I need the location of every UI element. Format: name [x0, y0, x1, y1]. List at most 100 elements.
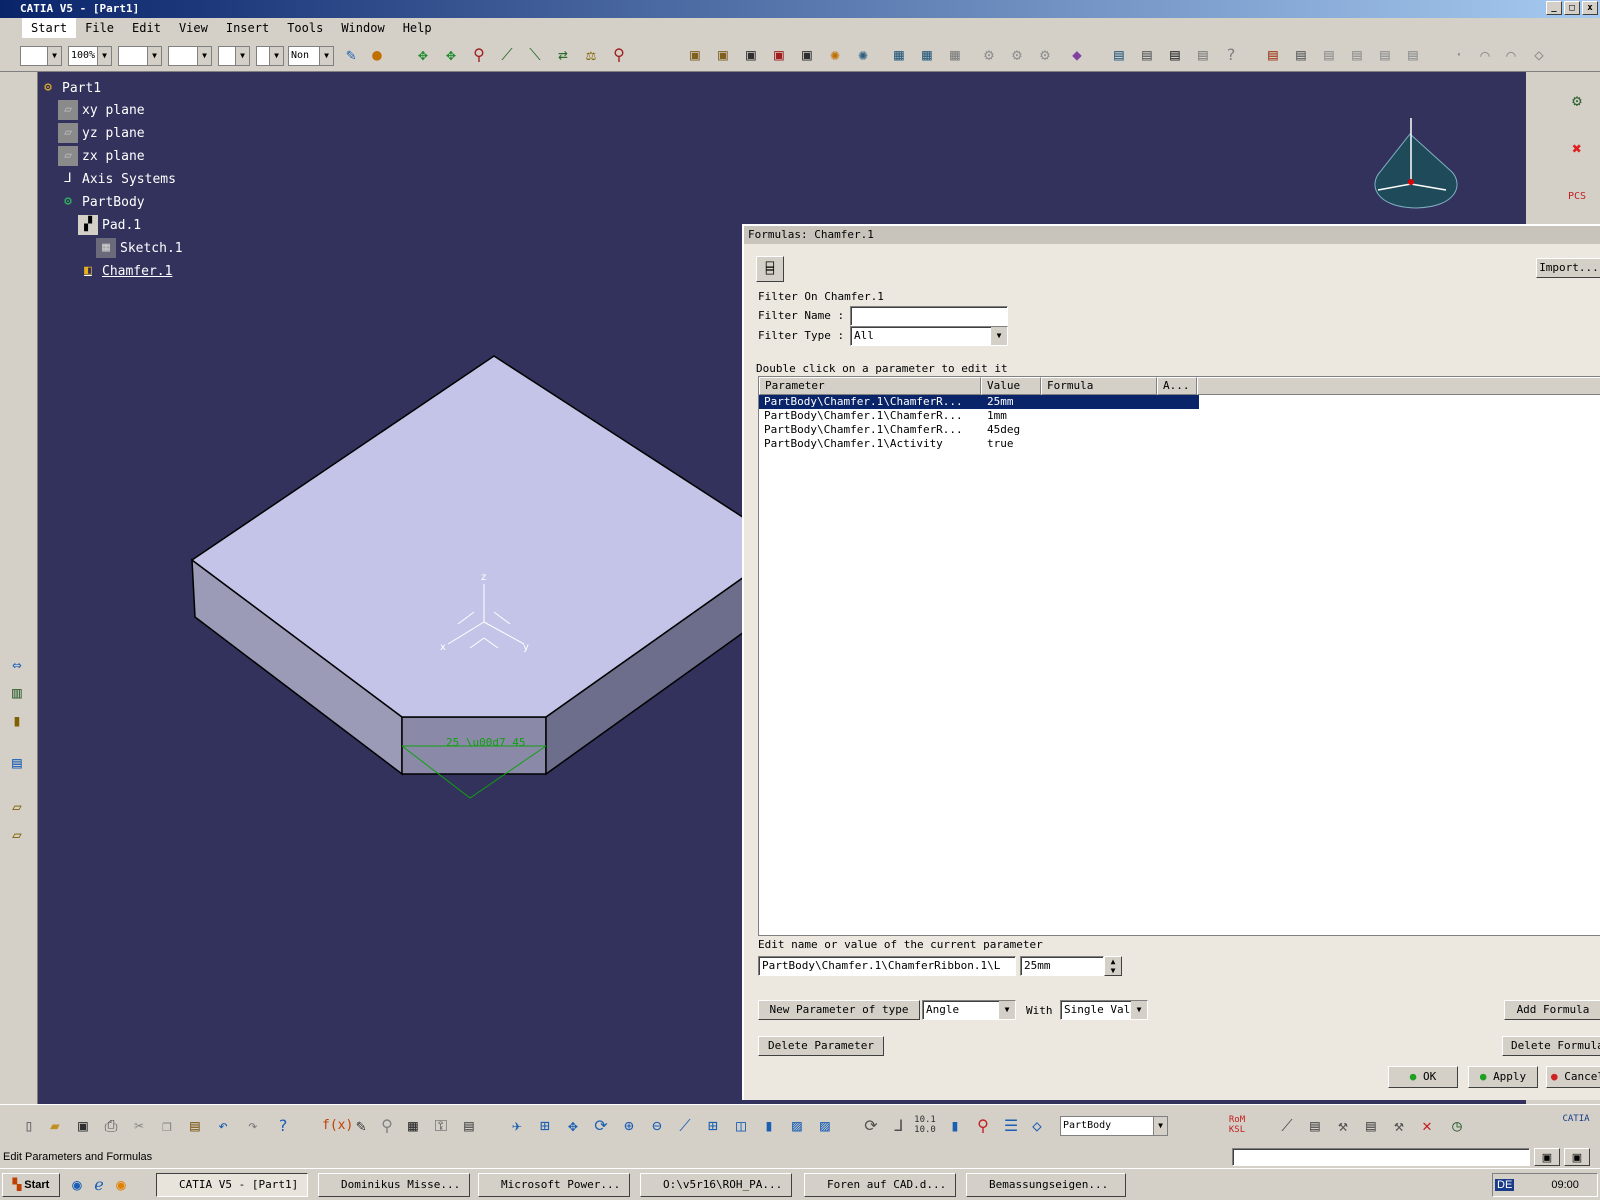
curve-icon[interactable]: ⌒ — [1474, 44, 1496, 66]
chevron-down-icon[interactable]: ▼ — [1131, 1001, 1147, 1019]
open-catalog-icon[interactable]: ▣ — [712, 44, 734, 66]
ok-button[interactable]: ● OK — [1388, 1066, 1458, 1088]
menu-insert[interactable]: Insert — [217, 18, 278, 38]
chevron-down-icon[interactable]: ▼ — [1153, 1117, 1167, 1135]
table-row[interactable]: PartBody\Chamfer.1\ChamferR... 25mm — [759, 395, 1199, 409]
help-icon[interactable]: ? — [1220, 44, 1242, 66]
point-type-combo[interactable]: ▼ — [218, 46, 250, 66]
clock-icon[interactable]: ◷ — [1446, 1115, 1468, 1137]
menu-edit[interactable]: Edit — [123, 18, 170, 38]
tools-icon[interactable]: ▤ — [1136, 44, 1158, 66]
column-activity[interactable]: A... — [1157, 377, 1197, 395]
new-file-icon[interactable]: ▯ — [18, 1115, 40, 1137]
apply-material-icon[interactable]: ▥ — [6, 682, 28, 704]
formula-icon[interactable]: f(x) — [322, 1115, 353, 1137]
check-icon[interactable]: ✺ — [852, 44, 874, 66]
apply-button[interactable]: ● Apply — [1468, 1066, 1538, 1088]
iso-view-icon[interactable]: ◫ — [730, 1115, 752, 1137]
fill-color-combo[interactable]: ▼ — [20, 46, 62, 66]
gear-group-icon[interactable]: ⚙ — [978, 44, 1000, 66]
tree-node-part1[interactable]: ⚙ Part1 — [38, 78, 101, 98]
save-icon[interactable]: ▣ — [72, 1115, 94, 1137]
body-icon[interactable]: ◇ — [1026, 1115, 1048, 1137]
menu-help[interactable]: Help — [394, 18, 441, 38]
list-bottom-icon[interactable]: ☰ — [1000, 1115, 1022, 1137]
pcs-icon[interactable]: PCS — [1566, 186, 1588, 208]
gear-group3-icon[interactable]: ⚙ — [1034, 44, 1056, 66]
table-icon[interactable]: ▦ — [402, 1115, 424, 1137]
delete-parameter-button[interactable]: Delete Parameter — [758, 1036, 884, 1056]
filter-name-input[interactable] — [850, 306, 1008, 326]
line-type-combo[interactable]: ▼ — [118, 46, 162, 66]
app-icon[interactable]: ◉ — [110, 1174, 132, 1196]
measure-left-icon[interactable]: ⇔ — [6, 654, 28, 676]
minimize-button[interactable]: _ — [1546, 1, 1562, 15]
parameter-list[interactable]: Parameter Value Formula A... PartBody\Ch… — [758, 376, 1600, 936]
fly-icon[interactable]: ✈ — [506, 1115, 528, 1137]
tool3-icon[interactable]: ▤ — [1360, 1115, 1382, 1137]
dot-icon[interactable]: · — [1448, 44, 1470, 66]
measure-icon[interactable]: ⟋ — [496, 44, 518, 66]
equivalent-icon[interactable]: ▦ — [944, 44, 966, 66]
open-folder-icon[interactable]: ▰ — [44, 1115, 66, 1137]
tree-node-axis-systems[interactable]: ⅃ Axis Systems — [58, 169, 176, 189]
language-indicator[interactable]: DE — [1495, 1179, 1515, 1191]
analysis-icon[interactable]: ⚲ — [608, 44, 630, 66]
tool4-icon[interactable]: ⚒ — [1388, 1115, 1410, 1137]
tree-node-zx-plane[interactable]: ▱ zx plane — [58, 146, 145, 166]
maximize-button[interactable]: □ — [1564, 1, 1580, 15]
update-icon[interactable]: ⟳ — [860, 1115, 882, 1137]
task-catia[interactable]: CATIA V5 - [Part1] — [156, 1173, 308, 1197]
draft-icon[interactable]: ⟋ — [1276, 1115, 1298, 1137]
zoom-out-icon[interactable]: ⊖ — [646, 1115, 668, 1137]
whats-this-icon[interactable]: ? — [272, 1115, 294, 1137]
camera-icon[interactable]: ▤ — [1164, 44, 1186, 66]
zoom-combo[interactable]: 100% ▼ — [68, 46, 112, 66]
gear-group2-icon[interactable]: ⚙ — [1006, 44, 1028, 66]
copy-icon[interactable]: ▤ — [1318, 44, 1340, 66]
start-button[interactable]: ▚ Start — [2, 1173, 60, 1197]
normal-view-icon[interactable]: ⟋ — [674, 1115, 696, 1137]
add-formula-button[interactable]: Add Formula — [1504, 1000, 1600, 1020]
chevron-down-icon[interactable]: ▼ — [999, 1001, 1015, 1019]
paste-icon[interactable]: ▤ — [184, 1115, 206, 1137]
print-icon[interactable]: ⎙ — [100, 1115, 122, 1137]
eraser-icon[interactable]: ◇ — [1528, 44, 1550, 66]
menu-start[interactable]: Start — [22, 18, 77, 38]
axis-bottom-icon[interactable]: ⅃ — [888, 1115, 910, 1137]
status-button-1[interactable]: ▣ — [1534, 1148, 1560, 1166]
pan-bottom-icon[interactable]: ✥ — [562, 1115, 584, 1137]
filter-type-select[interactable]: All ▼ — [850, 326, 1008, 346]
undo-icon[interactable]: ↶ — [212, 1115, 234, 1137]
with-value-select[interactable]: Single Val ▼ — [1060, 1000, 1148, 1020]
tools-left-icon[interactable]: ▤ — [6, 752, 28, 774]
edit-value-input[interactable]: 25mm — [1020, 956, 1104, 976]
task-explorer[interactable]: O:\v5r16\ROH_PA... — [640, 1173, 792, 1197]
menu-file[interactable]: File — [76, 18, 123, 38]
painter-icon[interactable]: ✎ — [340, 44, 362, 66]
layer-icon-combo[interactable]: ▼ — [256, 46, 284, 66]
ksl-icon[interactable]: RoM KSL — [1226, 1115, 1248, 1137]
status-button-2[interactable]: ▣ — [1564, 1148, 1590, 1166]
sketch-left-icon[interactable]: ▱ — [6, 796, 28, 818]
snap-icon[interactable]: ⚲ — [468, 44, 490, 66]
tree-node-partbody[interactable]: ⚙ PartBody — [58, 192, 145, 212]
tree-node-chamfer[interactable]: ◧ Chamfer.1 — [78, 261, 172, 281]
scale-icon[interactable]: ⚲ — [972, 1115, 994, 1137]
tree-node-xy-plane[interactable]: ▱ xy plane — [58, 100, 145, 120]
formula-sheet-icon[interactable]: ⌸ — [756, 256, 784, 282]
book-icon[interactable]: ◆ — [1066, 44, 1088, 66]
settings-gear-icon[interactable]: ⚙ — [1566, 90, 1588, 112]
body-select[interactable]: PartBody ▼ — [1060, 1116, 1168, 1136]
table-row[interactable]: PartBody\Chamfer.1\ChamferR... 45deg — [759, 423, 1199, 437]
table-row[interactable]: PartBody\Chamfer.1\Activity true — [759, 437, 1199, 451]
power-input[interactable] — [1232, 1148, 1530, 1166]
menu-tools[interactable]: Tools — [278, 18, 332, 38]
compass-icon[interactable]: ✥ — [440, 44, 462, 66]
knowledge-icon[interactable]: ▣ — [768, 44, 790, 66]
value-spinner[interactable]: ▲ ▼ — [1104, 956, 1122, 976]
new-parameter-button[interactable]: New Parameter of type — [758, 1000, 920, 1020]
menu-window[interactable]: Window — [332, 18, 393, 38]
multi-view-icon[interactable]: ⊞ — [702, 1115, 724, 1137]
layer-combo[interactable]: Non ▼ — [288, 46, 334, 66]
